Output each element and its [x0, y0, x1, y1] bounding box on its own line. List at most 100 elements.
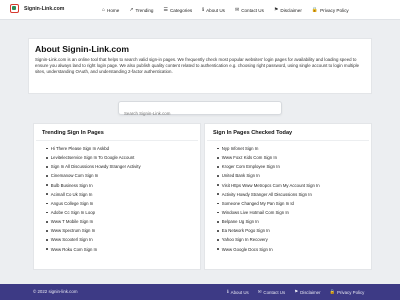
- trending-item[interactable]: Hi There Please Sign In Askbd: [46, 144, 200, 153]
- nav-privacy[interactable]: 🔒 Privacy Policy: [312, 7, 349, 13]
- trending-panel: Trending Sign In Pages Hi There Please S…: [33, 123, 201, 270]
- bullet-icon: [217, 239, 219, 241]
- trending-item[interactable]: Www Roku Com Sign In: [46, 245, 200, 254]
- bullet-icon: [46, 193, 48, 196]
- contact-icon: ✉: [257, 289, 262, 294]
- footer-privacy-label: Privacy Policy: [337, 289, 365, 295]
- top-navbar: Signin-Link.com ⌂ Home ↗ Trending ☰ Cate…: [0, 0, 400, 20]
- privacy-icon: 🔒: [311, 7, 319, 13]
- footer-disclaimer-label: Disclaimer: [300, 289, 321, 295]
- nav-privacy-label: Privacy Policy: [320, 7, 349, 13]
- about-icon: ℹ: [202, 7, 205, 13]
- nav-disclaimer[interactable]: ⚑ Disclaimer: [274, 7, 302, 13]
- categories-icon: ☰: [163, 7, 168, 13]
- home-icon: ⌂: [102, 7, 106, 13]
- checked-item[interactable]: Activity Howdy Stranger All Discussions …: [217, 190, 371, 199]
- disclaimer-icon: ⚑: [294, 289, 299, 294]
- about-icon: ℹ: [227, 289, 229, 294]
- trending-icon: ↗: [129, 7, 134, 13]
- nav-contact-label: Contact Us: [241, 7, 264, 13]
- bullet-icon: [46, 220, 48, 223]
- about-title: About Signin-Link.com: [35, 44, 130, 54]
- bullet-icon: [217, 248, 219, 251]
- checked-item[interactable]: Windows Live Hotmail Com Sign In: [217, 208, 371, 217]
- search-box: [118, 101, 282, 120]
- footer-privacy[interactable]: 🔒 Privacy Policy: [330, 289, 365, 295]
- trending-item[interactable]: Levitelectservice Sign In To Google Acco…: [46, 153, 200, 162]
- checked-item[interactable]: Www Google Docs Sign In: [217, 245, 371, 254]
- bullet-icon: [217, 202, 219, 205]
- checked-today-title: Sign In Pages Checked Today: [207, 124, 369, 141]
- trending-item[interactable]: Angus College Sign In: [46, 199, 200, 208]
- checked-item[interactable]: Kroger Com Employee Sign In: [217, 162, 371, 171]
- bullet-icon: [46, 156, 48, 159]
- about-text: Signin-Link.com is an online tool that h…: [35, 57, 360, 74]
- footer-about[interactable]: ℹ About Us: [227, 289, 249, 295]
- signin-logo-icon: [10, 4, 19, 13]
- checked-item[interactable]: Belpane Ug Sign In: [217, 217, 371, 226]
- nav-disclaimer-label: Disclaimer: [280, 7, 302, 13]
- nav-home-label: Home: [107, 7, 120, 13]
- footer-menu: ℹ About Us ✉ Contact Us ⚑ Disclaimer 🔒 P…: [227, 284, 364, 300]
- bullet-icon: [46, 165, 48, 168]
- contact-icon: ✉: [234, 7, 240, 13]
- bullet-icon: [217, 229, 219, 232]
- checked-item[interactable]: Www Foxz Kids Com Sign In: [217, 153, 371, 162]
- footer-about-label: About Us: [230, 289, 249, 295]
- trending-item[interactable]: Sign In All Discussions Howdy Stranger A…: [46, 162, 200, 171]
- trending-item[interactable]: Www Scooterl Sign In: [46, 235, 200, 244]
- checked-today-list: Nyp Infonet Sign In Www Foxz Kids Com Si…: [205, 141, 371, 254]
- nav-about-label: About Us: [206, 7, 225, 13]
- bullet-icon: [46, 184, 48, 187]
- nav-categories[interactable]: ☰ Categories: [163, 7, 192, 13]
- trending-item[interactable]: Adobe Cc Sign In Loop: [46, 208, 200, 217]
- bullet-icon: [217, 193, 219, 196]
- bullet-icon: [217, 175, 219, 177]
- checked-item[interactable]: Visit Https Www Metropcs Com My Account …: [217, 181, 371, 190]
- about-section: About Signin-Link.com Signin-Link.com is…: [28, 38, 372, 94]
- bullet-icon: [46, 202, 48, 205]
- footer-contact-label: Contact Us: [263, 289, 286, 295]
- checked-today-panel: Sign In Pages Checked Today Nyp Infonet …: [204, 123, 372, 270]
- checked-item[interactable]: Ea Network Pogo Sign In: [217, 226, 371, 235]
- disclaimer-icon: ⚑: [273, 7, 279, 13]
- nav-contact[interactable]: ✉ Contact Us: [235, 7, 264, 13]
- bullet-icon: [217, 184, 219, 187]
- main-menu: ⌂ Home ↗ Trending ☰ Categories ℹ About U…: [102, 0, 359, 20]
- brand-name: Signin-Link.com: [24, 5, 65, 12]
- trending-list: Hi There Please Sign In Askbd Levitelect…: [34, 141, 200, 254]
- trending-item[interactable]: Bulb Business Sign In: [46, 181, 200, 190]
- nav-home[interactable]: ⌂ Home: [102, 7, 119, 13]
- bullet-icon: [46, 239, 48, 241]
- trending-title: Trending Sign In Pages: [36, 124, 198, 141]
- privacy-icon: 🔒: [329, 289, 336, 294]
- bullet-icon: [46, 175, 48, 177]
- trending-item[interactable]: Www Spectrum Sign In: [46, 226, 200, 235]
- trending-item[interactable]: Cinemanow Com Sign In: [46, 171, 200, 180]
- checked-item[interactable]: Someone Changed My Pan Sign In Id: [217, 199, 371, 208]
- copyright-text: © 2022 signin-link.com: [33, 289, 78, 294]
- nav-categories-label: Categories: [169, 7, 193, 13]
- brand-link[interactable]: Signin-Link.com: [10, 4, 64, 13]
- bullet-icon: [46, 248, 48, 251]
- bullet-icon: [217, 220, 219, 223]
- nav-about[interactable]: ℹ About Us: [202, 7, 225, 13]
- bullet-icon: [217, 156, 219, 159]
- footer-contact[interactable]: ✉ Contact Us: [258, 289, 285, 295]
- page-footer: © 2022 signin-link.com ℹ About Us ✉ Cont…: [0, 284, 400, 300]
- nav-trending-label: Trending: [135, 7, 154, 13]
- checked-item[interactable]: United Bank Sign In: [217, 171, 371, 180]
- trending-item[interactable]: Acimall Co Uk Sign In: [46, 190, 200, 199]
- bullet-icon: [46, 211, 48, 214]
- search-input[interactable]: [119, 107, 281, 120]
- bullet-icon: [217, 147, 219, 150]
- bullet-icon: [46, 229, 48, 232]
- footer-disclaimer[interactable]: ⚑ Disclaimer: [294, 289, 320, 295]
- bullet-icon: [46, 147, 48, 150]
- trending-item[interactable]: Www T Mobile Sign In: [46, 217, 200, 226]
- checked-item[interactable]: Nyp Infonet Sign In: [217, 144, 371, 153]
- nav-trending[interactable]: ↗ Trending: [129, 7, 153, 13]
- bullet-icon: [217, 165, 219, 168]
- bullet-icon: [217, 211, 219, 214]
- checked-item[interactable]: Yahoo Sign In Recovery: [217, 235, 371, 244]
